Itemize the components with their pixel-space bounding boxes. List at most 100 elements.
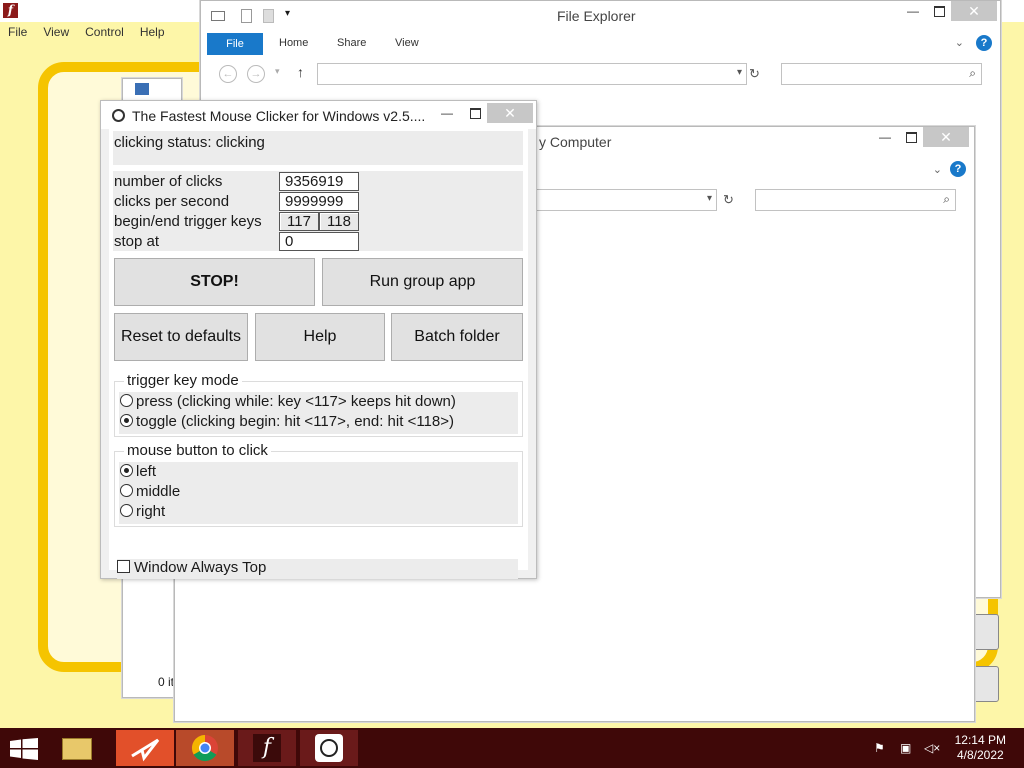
close-button[interactable]: ✕	[487, 103, 533, 123]
file-explorer-taskbar-icon[interactable]	[48, 730, 106, 766]
option-label: press (clicking while: key <117> keeps h…	[136, 393, 456, 410]
mouse-button-left[interactable]: left	[120, 463, 156, 483]
back-icon[interactable]: ←	[219, 65, 237, 83]
refresh-icon[interactable]: ↻	[723, 192, 734, 208]
network-icon[interactable]: ▣	[900, 741, 911, 755]
end-key-button[interactable]: 118	[319, 212, 359, 231]
radio-unselected[interactable]	[120, 394, 133, 407]
chevron-down-icon[interactable]: ▾	[285, 8, 290, 19]
trigger-keys-label: begin/end trigger keys	[114, 213, 262, 230]
stop-at-field[interactable]: 0	[279, 232, 359, 251]
begin-key-button[interactable]: 117	[279, 212, 319, 231]
status-panel: clicking status: clicking	[113, 131, 523, 165]
app-arrow-taskbar-icon[interactable]	[116, 730, 174, 766]
status-text: clicking status: clicking	[114, 134, 265, 151]
tab-file[interactable]: File	[207, 33, 263, 55]
flash-logo-icon: f	[3, 3, 18, 18]
run-group-app-button[interactable]: Run group app	[322, 258, 523, 306]
properties-icon[interactable]	[241, 9, 252, 23]
window-title: File Explorer	[557, 8, 636, 24]
close-button[interactable]: ✕	[951, 1, 997, 21]
window-title: The Fastest Mouse Clicker for Windows v2…	[132, 108, 426, 124]
minimize-button[interactable]: —	[433, 103, 461, 123]
tab-share[interactable]: Share	[337, 37, 366, 49]
tab-home[interactable]: Home	[279, 37, 308, 49]
maximize-button[interactable]	[897, 127, 925, 147]
checkbox-box[interactable]	[117, 560, 130, 573]
reset-defaults-button[interactable]: Reset to defaults	[114, 313, 248, 361]
up-icon[interactable]: ↑	[297, 64, 304, 80]
ribbon-expand-icon[interactable]: ⌄	[955, 36, 964, 49]
menu-file[interactable]: File	[0, 22, 35, 42]
option-label: middle	[136, 483, 181, 500]
tab-view[interactable]: View	[395, 37, 419, 49]
quick-access-icons: ▾	[209, 8, 299, 23]
recent-dropdown-icon[interactable]: ▾	[275, 66, 280, 77]
menu-help[interactable]: Help	[132, 22, 173, 42]
ribbon: File Home Share View ⌄ ?	[207, 33, 994, 55]
address-row: ← → ▾ ↑ ▾ ↻ ⌕	[207, 63, 994, 87]
option-label: toggle (clicking begin: hit <117>, end: …	[136, 413, 454, 430]
mouse-button-middle[interactable]: middle	[120, 483, 180, 503]
mouse-button-options: left middle right	[119, 462, 518, 524]
trigger-mode-toggle[interactable]: toggle (clicking begin: hit <117>, end: …	[120, 413, 454, 433]
trigger-mode-group: trigger key mode press (clicking while: …	[114, 372, 523, 437]
option-label: left	[136, 463, 157, 480]
status-text: 0 it	[158, 675, 175, 689]
chrome-taskbar-icon[interactable]	[176, 730, 234, 766]
cps-label: clicks per second	[114, 193, 230, 210]
refresh-icon[interactable]: ↻	[749, 66, 760, 82]
always-top-checkbox[interactable]: Window Always Top	[117, 559, 518, 579]
radio-unselected[interactable]	[120, 484, 133, 497]
address-bar[interactable]: ▾	[317, 63, 747, 85]
help-icon[interactable]: ?	[950, 161, 966, 177]
stats-panel: number of clicks 9356919 clicks per seco…	[113, 171, 523, 251]
chevron-down-icon[interactable]: ▾	[707, 193, 712, 204]
search-icon[interactable]: ⌕	[943, 192, 950, 207]
search-icon[interactable]: ⌕	[969, 66, 976, 81]
maximize-button[interactable]	[925, 1, 953, 21]
chevron-down-icon[interactable]: ▾	[737, 67, 742, 78]
trigger-mode-press[interactable]: press (clicking while: key <117> keeps h…	[120, 393, 456, 413]
window-title: y Computer	[539, 134, 612, 150]
stop-button[interactable]: STOP!	[114, 258, 315, 306]
folder-icon[interactable]	[211, 11, 225, 21]
minimize-button[interactable]: —	[899, 1, 927, 21]
help-button[interactable]: Help	[255, 313, 385, 361]
menu-view[interactable]: View	[35, 22, 77, 42]
search-input[interactable]: ⌕	[781, 63, 982, 85]
maximize-button[interactable]	[461, 103, 489, 123]
mouse-button-title: mouse button to click	[124, 442, 271, 459]
radio-unselected[interactable]	[120, 504, 133, 517]
help-icon[interactable]: ?	[976, 35, 992, 51]
batch-folder-button[interactable]: Batch folder	[391, 313, 523, 361]
minimize-button[interactable]: —	[871, 127, 899, 147]
explorer-titlebar: ▾ File Explorer — ✕	[201, 1, 1000, 31]
search-input[interactable]: ⌕	[755, 189, 956, 211]
mouse-button-right[interactable]: right	[120, 503, 165, 523]
clock[interactable]: 12:14 PM 4/8/2022	[955, 733, 1006, 763]
taskbar: f ⚑ ▣ ◁× 12:14 PM 4/8/2022	[0, 728, 1024, 768]
new-folder-icon[interactable]	[263, 9, 274, 23]
forward-icon[interactable]: →	[247, 65, 265, 83]
radio-selected[interactable]	[120, 414, 133, 427]
cursor-icon	[112, 109, 125, 122]
flash-taskbar-icon[interactable]: f	[238, 730, 296, 766]
menu-control[interactable]: Control	[77, 22, 132, 42]
clicker-titlebar: The Fastest Mouse Clicker for Windows v2…	[101, 101, 536, 129]
num-clicks-label: number of clicks	[114, 173, 223, 190]
trigger-mode-title: trigger key mode	[124, 372, 242, 389]
ribbon-expand-icon[interactable]: ⌄	[933, 163, 942, 176]
cps-field[interactable]: 9999999	[279, 192, 359, 211]
stop-at-label: stop at	[114, 233, 160, 250]
radio-selected[interactable]	[120, 464, 133, 477]
windows-start-icon[interactable]	[10, 738, 38, 765]
mouse-clicker-taskbar-icon[interactable]	[300, 730, 358, 766]
action-center-flag-icon[interactable]: ⚑	[874, 741, 885, 755]
trigger-mode-options: press (clicking while: key <117> keeps h…	[119, 392, 518, 434]
close-button[interactable]: ✕	[923, 127, 969, 147]
volume-muted-icon[interactable]: ◁×	[924, 741, 940, 755]
clock-time: 12:14 PM	[954, 733, 1006, 747]
num-clicks-field: 9356919	[279, 172, 359, 191]
clock-date: 4/8/2022	[956, 748, 1004, 762]
